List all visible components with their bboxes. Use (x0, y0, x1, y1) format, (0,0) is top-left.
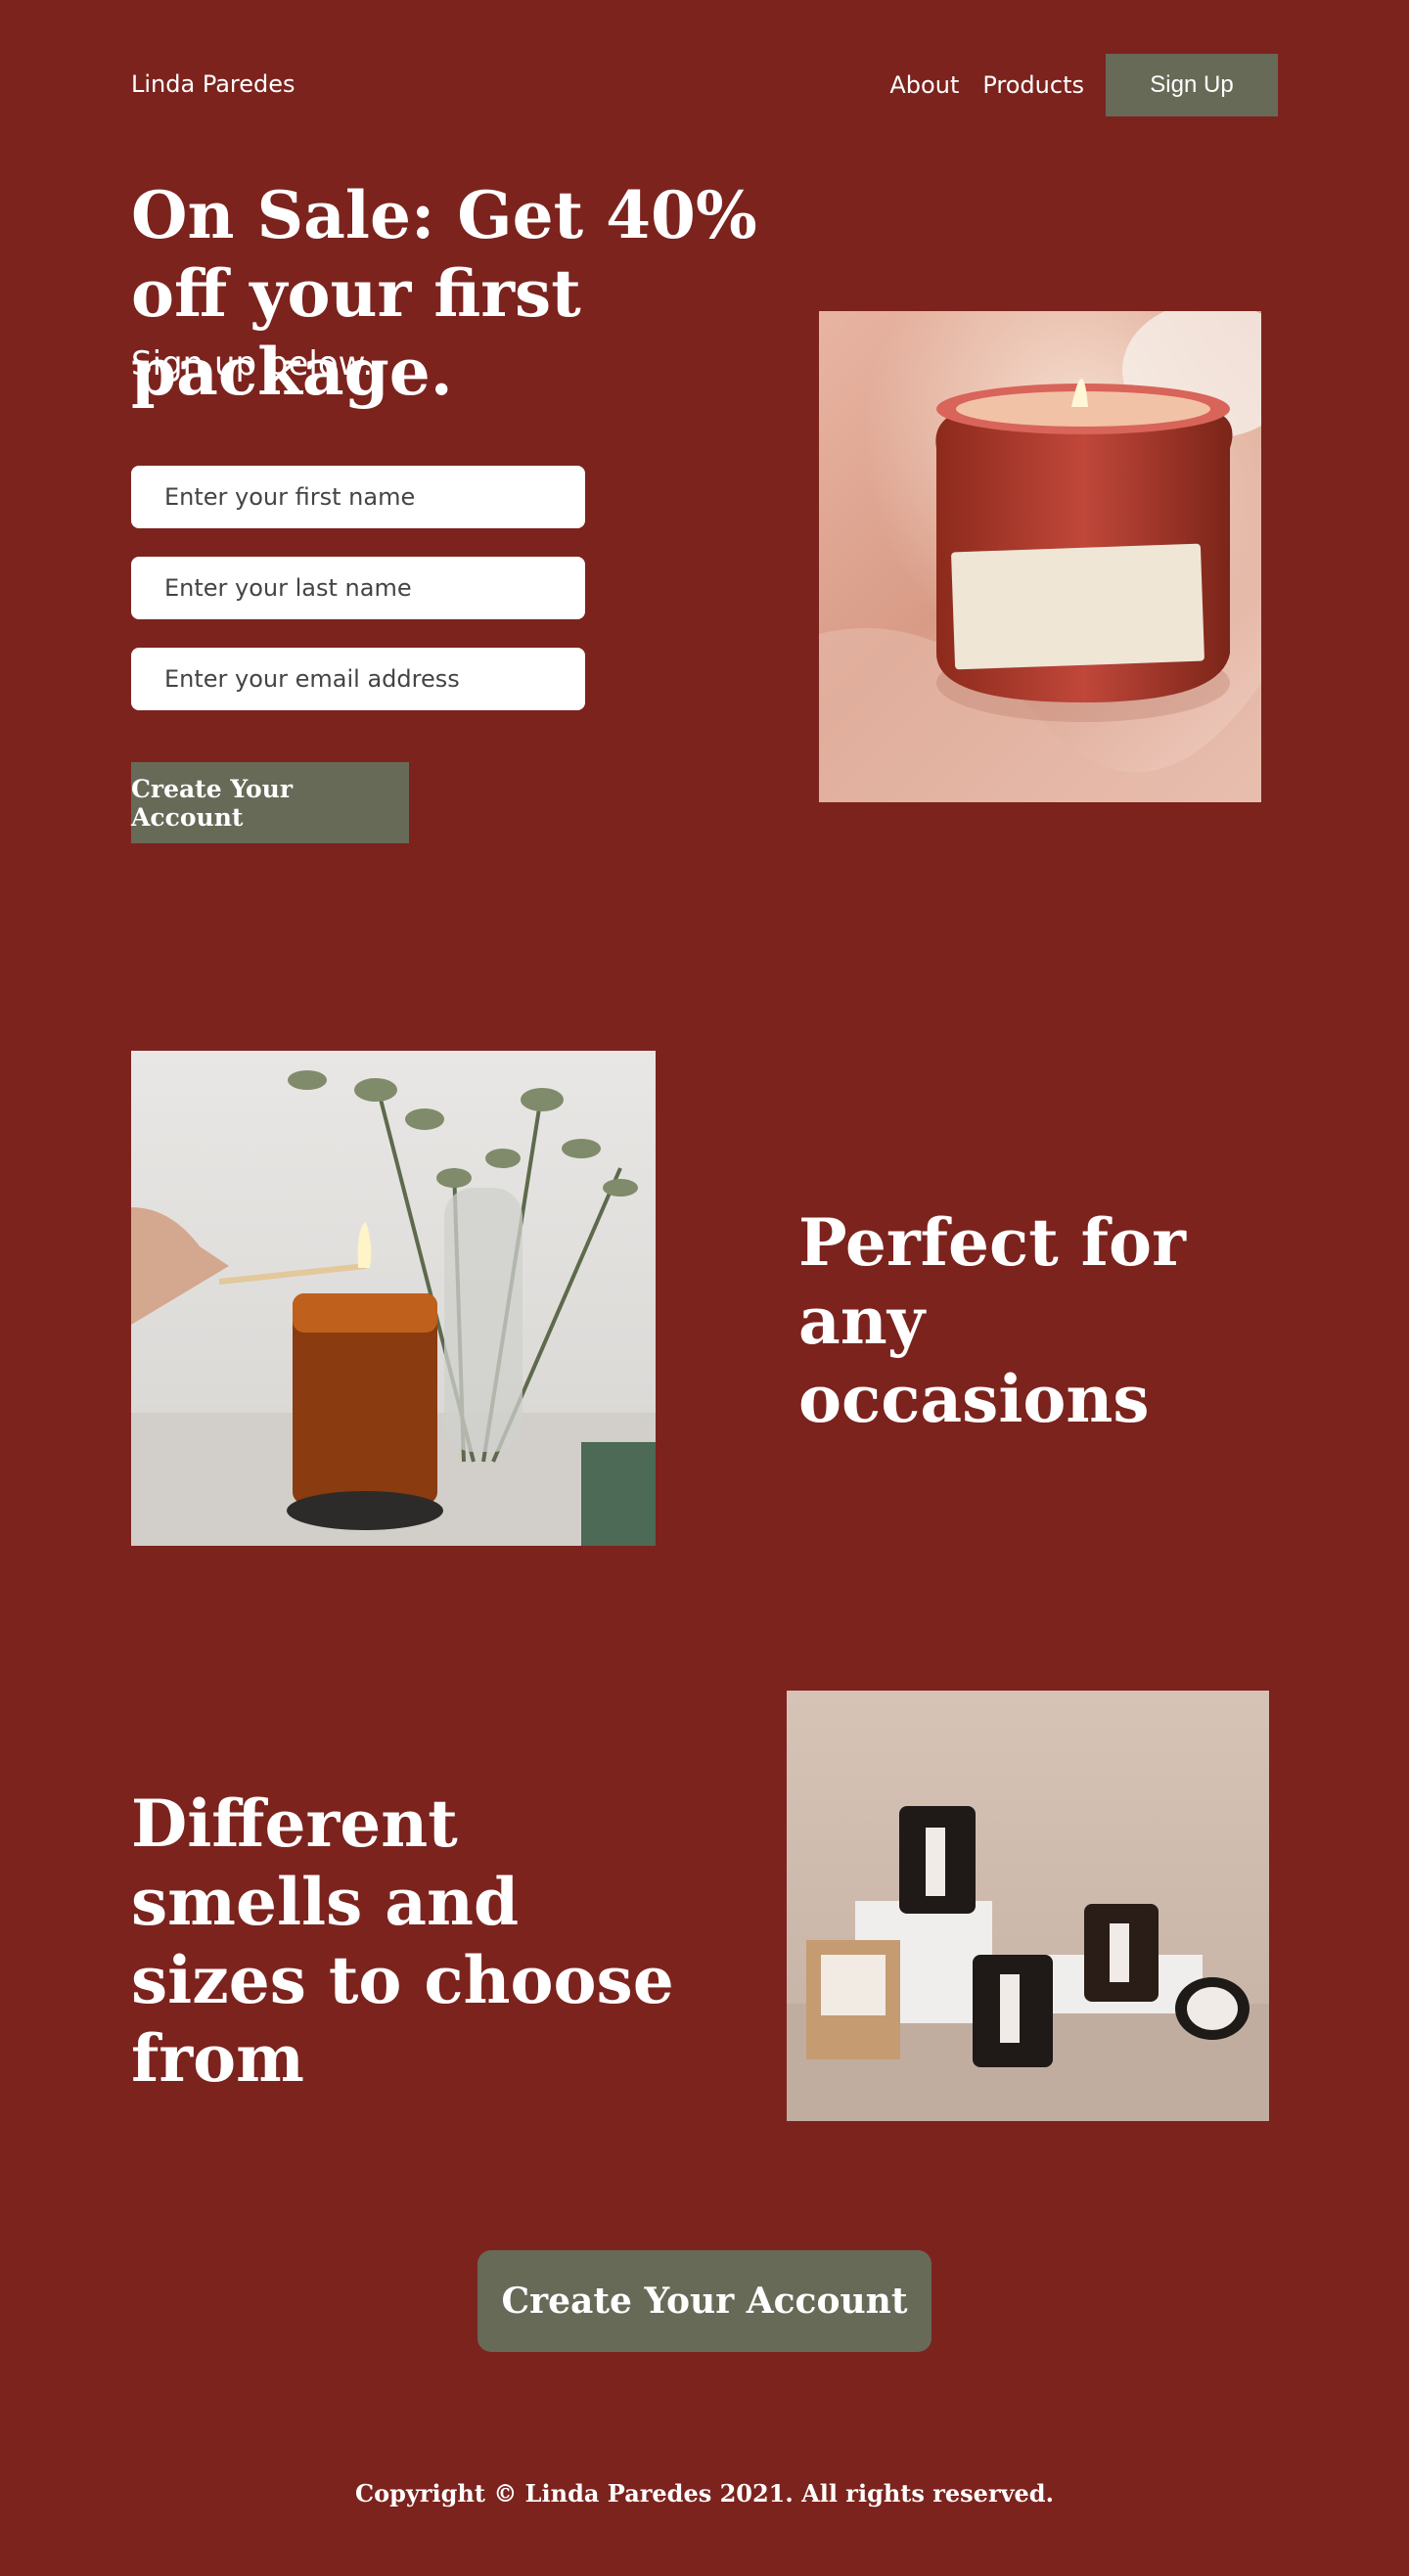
lighting-candle-image (131, 1051, 656, 1546)
brand-logo[interactable]: Linda Paredes (131, 70, 295, 98)
bergamot-candle-image (819, 311, 1261, 802)
footer-copyright: Copyright © Linda Paredes 2021. All righ… (355, 2479, 1054, 2508)
create-account-button-large[interactable]: Create Your Account (477, 2250, 932, 2352)
create-account-button[interactable]: Create Your Account (131, 762, 409, 843)
candle-jars-image (787, 1691, 1269, 2121)
nav-about-link[interactable]: About (889, 71, 959, 99)
nav-products-link[interactable]: Products (982, 71, 1084, 99)
first-name-input[interactable]: Enter your first name (131, 466, 585, 528)
last-name-input[interactable]: Enter your last name (131, 557, 585, 619)
sign-up-button[interactable]: Sign Up (1106, 54, 1278, 116)
feature-sizes-title: Different smells and sizes to choose fro… (131, 1785, 674, 2097)
feature-occasions-title: Perfect for any occasions (798, 1204, 1186, 1437)
main-nav: About Products Sign Up (889, 54, 1278, 116)
hero-subtitle: Sign up below. (131, 344, 374, 384)
email-input[interactable]: Enter your email address (131, 648, 585, 710)
